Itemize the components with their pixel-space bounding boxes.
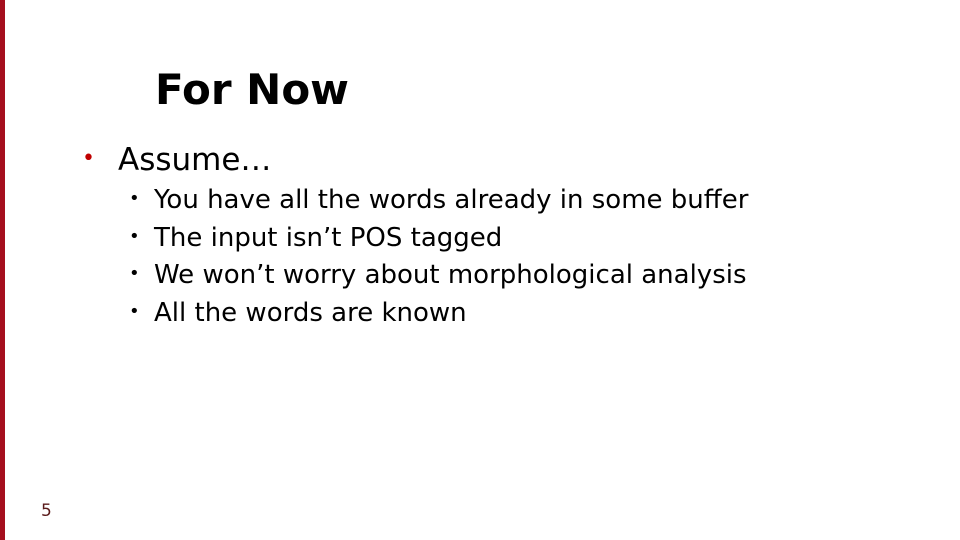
- sub-bullet-icon: •: [129, 263, 140, 284]
- sub-bullet-icon: •: [129, 225, 140, 247]
- sub-bullet-item: • All the words are known: [118, 295, 748, 333]
- sub-bullet-text: All the words are known: [154, 297, 467, 328]
- slide-title: For Now: [155, 65, 349, 114]
- bullet-icon: •: [82, 146, 95, 171]
- left-accent-bar: [0, 0, 5, 540]
- sub-bullet-item: • You have all the words already in some…: [118, 182, 748, 220]
- sub-bullet-item: • The input isn’t POS tagged: [118, 220, 748, 258]
- sub-bullet-item: • We won’t worry about morphological ana…: [118, 257, 748, 295]
- sub-bullet-text: We won’t worry about morphological analy…: [154, 260, 747, 290]
- bullet-list: • Assume… • You have all the words alrea…: [80, 140, 748, 332]
- slide: For Now • Assume… • You have all the wor…: [0, 0, 960, 540]
- page-number: 5: [41, 501, 52, 521]
- sub-bullet-icon: •: [129, 300, 140, 322]
- sub-bullet-list: • You have all the words already in some…: [118, 182, 748, 332]
- bullet-text: Assume…: [118, 142, 272, 178]
- bullet-item-assume: • Assume… • You have all the words alrea…: [80, 140, 748, 332]
- sub-bullet-text: The input isn’t POS tagged: [154, 222, 503, 253]
- sub-bullet-text: You have all the words already in some b…: [154, 185, 749, 215]
- sub-bullet-icon: •: [129, 188, 140, 209]
